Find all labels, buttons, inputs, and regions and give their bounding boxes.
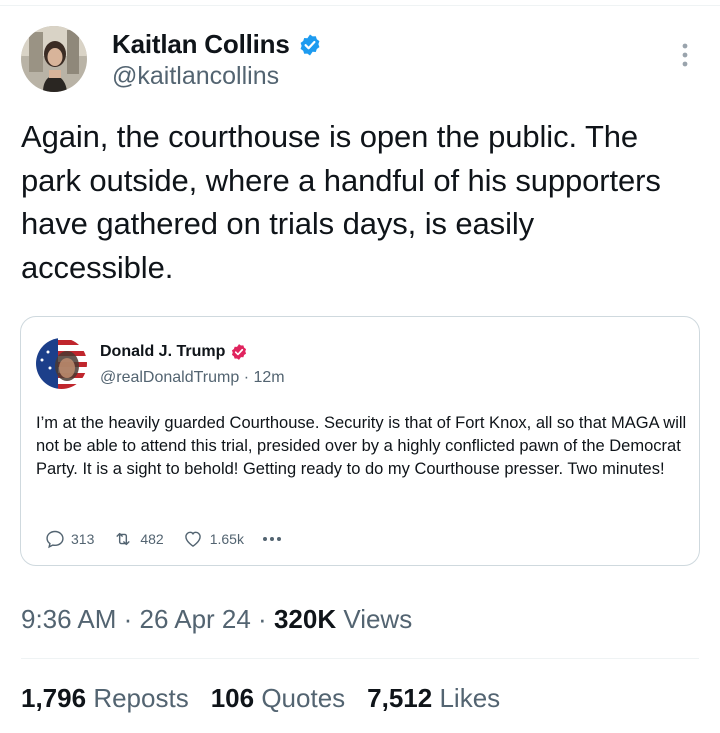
quoted-tweet-card[interactable]: Donald J. Trump @realDonaldTrump · 12m I… [20, 316, 700, 566]
like-button[interactable]: 1.65k [182, 529, 244, 549]
reposts-count: 1,796 [21, 683, 87, 713]
verified-badge-icon [300, 34, 319, 55]
likes-label: Likes [439, 683, 501, 713]
likes-stat[interactable]: 7,512 Likes [367, 683, 500, 714]
quoted-more-button[interactable] [262, 536, 282, 542]
quoted-avatar-image [36, 338, 87, 389]
stats-divider [21, 658, 699, 659]
author-name-text: Kaitlan Collins [112, 29, 290, 59]
quoted-author-avatar[interactable] [36, 338, 87, 389]
reposts-label: Reposts [93, 683, 189, 713]
tweet-meta: 9:36 AM · 26 Apr 24 · 320K Views [21, 604, 412, 635]
quoted-author-handle[interactable]: @realDonaldTrump · 12m [100, 369, 285, 387]
reposts-stat[interactable]: 1,796 Reposts [21, 683, 189, 714]
heart-icon [184, 531, 201, 547]
quoted-author-name[interactable]: Donald J. Trump [100, 343, 248, 361]
quoted-action-bar: 313 482 1.65k [45, 529, 300, 549]
meta-separator: · [250, 604, 274, 634]
author-name[interactable]: Kaitlan Collins [112, 29, 322, 60]
more-options-button[interactable] [672, 38, 698, 72]
more-horizontal-icon [262, 537, 281, 541]
tweet-time[interactable]: 9:36 AM [21, 604, 116, 634]
reply-button[interactable]: 313 [45, 529, 94, 549]
quotes-count: 106 [210, 683, 255, 713]
reply-count: 313 [71, 531, 95, 547]
top-divider [0, 0, 720, 6]
tweet-date[interactable]: 26 Apr 24 [140, 604, 251, 634]
quotes-stat[interactable]: 106 Quotes [211, 683, 345, 714]
author-handle[interactable]: @kaitlancollins [112, 62, 279, 91]
like-count: 1.65k [209, 531, 244, 547]
reply-icon [46, 530, 64, 549]
quoted-tweet-text: I’m at the heavily guarded Courthouse. S… [36, 414, 687, 478]
repost-button[interactable]: 482 [112, 529, 164, 549]
verified-badge-icon [232, 344, 247, 360]
likes-count: 7,512 [367, 683, 433, 713]
views-count: 320K [273, 604, 337, 634]
avatar-image [21, 26, 87, 92]
author-avatar[interactable] [21, 26, 87, 92]
engagement-stats: 1,796 Reposts 106 Quotes 7,512 Likes [21, 683, 500, 714]
repost-count: 482 [140, 531, 164, 547]
meta-separator: · [116, 604, 140, 634]
repost-icon [116, 532, 130, 546]
quoted-author-name-text: Donald J. Trump [100, 343, 226, 360]
views-label: Views [336, 604, 413, 634]
more-vertical-icon [682, 43, 688, 67]
quotes-label: Quotes [261, 683, 346, 713]
tweet-text: Again, the courthouse is open the public… [21, 119, 661, 285]
